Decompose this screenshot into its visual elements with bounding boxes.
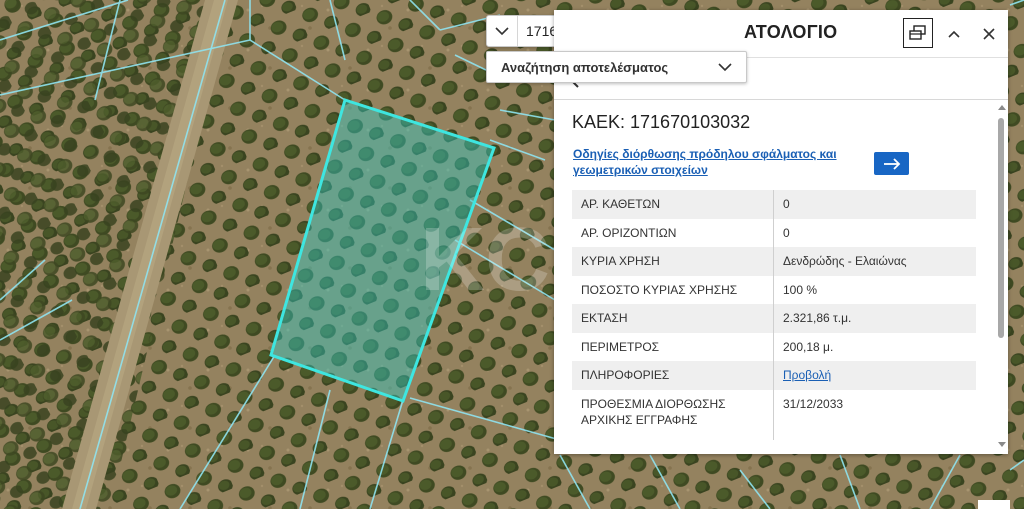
close-icon [983,28,995,40]
table-row: ΠΡΟΘΕΣΜΙΑ ΔΙΟΡΘΩΣΗΣ ΑΡΧΙΚΗΣ ΕΓΓΡΑΦΗΣ 31/… [572,389,976,440]
map-watermark: KC [420,210,550,310]
correction-guide-link[interactable]: Οδηγίες διόρθωσης πρόδηλου σφάλματος και… [573,146,863,178]
panel-title: ΑΤΟΛΟΓΙΟ [744,22,838,42]
map-corner-control[interactable] [978,500,1010,509]
attribute-value: Προβολή [773,361,976,390]
chevron-up-icon [948,30,960,38]
table-row: ΑΡ. ΟΡΙΖΟΝΤΙΩΝ 0 [572,218,976,247]
attribute-key: ΠΕΡΙΜΕΤΡΟΣ [572,332,774,361]
info-view-link[interactable]: Προβολή [783,368,831,382]
chevron-down-icon [495,26,509,35]
attribute-value: 200,18 μ. [783,339,834,354]
kaek-heading: ΚΑΕΚ: 171670103032 [572,112,751,132]
attribute-key: ΠΡΟΘΕΣΜΙΑ ΔΙΟΡΘΩΣΗΣ ΑΡΧΙΚΗΣ ΕΓΓΡΑΦΗΣ [572,389,774,440]
panel-header: ΑΤΟΛΟΓΙΟ [554,10,1008,57]
attribute-key: ΕΚΤΑΣΗ [572,304,774,333]
search-results-dropdown[interactable]: Αναζήτηση αποτελέσματος [486,51,747,83]
close-panel-button[interactable] [978,23,1000,45]
attribute-key: ΑΡ. ΟΡΙΖΟΝΤΙΩΝ [572,218,774,247]
table-row: ΑΡ. ΚΑΘΕΤΩΝ 0 [572,190,976,219]
attribute-key: ΠΟΣΟΣΤΟ ΚΥΡΙΑΣ ΧΡΗΣΗΣ [572,275,774,304]
table-row: ΠΕΡΙΜΕΤΡΟΣ 200,18 μ. [572,332,976,361]
panel-content[interactable]: ΚΑΕΚ: 171670103032 Οδηγίες διόρθωσης πρό… [554,100,1008,454]
attribute-value: 0 [773,190,976,219]
chevron-down-icon [718,62,732,71]
table-row: ΕΚΤΑΣΗ 2.321,86 τ.μ. [572,304,976,333]
arrow-right-icon [883,157,900,170]
dock-window-icon [909,25,926,40]
panel-scrollbar[interactable] [995,105,1007,449]
attribute-value: 31/12/2033 [783,396,844,411]
attribute-value: 0 [783,225,790,240]
parcel-attributes-table: ΑΡ. ΚΑΘΕΤΩΝ 0 ΑΡ. ΟΡΙΖΟΝΤΙΩΝ 0 ΚΥΡΙΑ ΧΡΗ… [572,190,976,440]
scroll-down-arrow-icon[interactable] [998,442,1006,447]
scrollbar-thumb[interactable] [998,118,1004,338]
search-results-dropdown-label: Αναζήτηση αποτελέσματος [501,59,669,75]
table-row: ΠΛΗΡΟΦΟΡΙΕΣ Προβολή [572,361,976,390]
attribute-key: ΚΥΡΙΑ ΧΡΗΣΗ [572,247,774,276]
scroll-up-arrow-icon[interactable] [998,105,1006,110]
attribute-value: Δενδρώδης - Ελαιώνας [773,247,976,276]
search-source-dropdown-toggle[interactable] [487,16,518,46]
attribute-key: ΑΡ. ΚΑΘΕΤΩΝ [572,190,774,219]
correction-guide-button[interactable] [874,152,909,175]
table-row: ΠΟΣΟΣΤΟ ΚΥΡΙΑΣ ΧΡΗΣΗΣ 100 % [572,275,976,304]
attribute-value: 2.321,86 τ.μ. [773,304,976,333]
collapse-panel-button[interactable] [943,23,965,45]
dock-panel-button[interactable] [903,18,933,48]
table-row: ΚΥΡΙΑ ΧΡΗΣΗ Δενδρώδης - Ελαιώνας [572,247,976,276]
attribute-value: 100 % [783,282,818,297]
attribute-key: ΠΛΗΡΟΦΟΡΙΕΣ [572,361,774,390]
